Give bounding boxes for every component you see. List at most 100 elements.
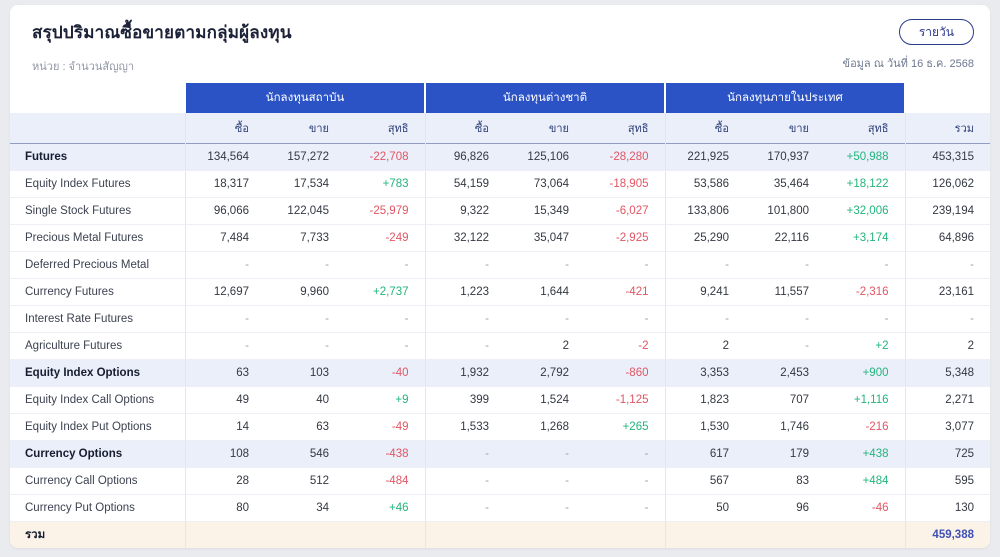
value-cell: 35,047 [505, 224, 585, 252]
table-row: Equity Index Put Options 14 63 -49 1,533 1,26… [10, 413, 990, 441]
value-cell: - [665, 251, 745, 279]
value-cell: - [505, 494, 585, 522]
col-buy: ซื้อ [185, 113, 265, 143]
row-total-cell: 459,388 [932, 528, 974, 541]
col-sell: ขาย [745, 113, 825, 143]
value-cell: - [425, 440, 505, 468]
value-cell: -25,979 [345, 197, 426, 225]
value-cell: 96,826 [425, 143, 505, 171]
row-total-cell: 126,062 [905, 170, 990, 198]
value-cell: -2,925 [585, 224, 666, 252]
value-cell: -46 [825, 494, 906, 522]
row-total-cell: 2,271 [905, 386, 990, 414]
col-total: รวม [905, 113, 990, 143]
value-cell [745, 521, 825, 548]
value-cell: -2 [585, 332, 666, 360]
value-cell: - [585, 494, 666, 522]
daily-view-button[interactable]: รายวัน [898, 19, 974, 46]
col-net: สุทธิ [825, 113, 906, 143]
row-label: Agriculture Futures [10, 332, 186, 360]
value-cell: 133,806 [665, 197, 745, 225]
value-cell: 50 [665, 494, 745, 522]
value-cell: 125,106 [505, 143, 585, 171]
value-cell: 567 [665, 467, 745, 495]
row-total-cell: 453,315 [905, 143, 990, 171]
value-cell [265, 521, 345, 548]
value-cell: -40 [345, 359, 426, 387]
col-sell: ขาย [265, 113, 345, 143]
value-cell: 1,533 [425, 413, 505, 441]
value-cell: 707 [745, 386, 825, 414]
value-cell: - [185, 305, 265, 333]
value-cell: 9,241 [665, 278, 745, 306]
value-cell: 96 [745, 494, 825, 522]
row-total-cell: 725 [905, 440, 990, 468]
row-total-cell: 64,896 [905, 224, 990, 252]
value-cell: -860 [585, 359, 666, 387]
value-cell: 2 [505, 332, 585, 360]
value-cell: +9 [345, 386, 426, 414]
value-cell: 9,322 [425, 197, 505, 225]
value-cell: -1,125 [585, 386, 666, 414]
col-buy: ซื้อ [665, 113, 745, 143]
col-buy: ซื้อ [425, 113, 505, 143]
value-cell: - [745, 332, 825, 360]
value-cell: -484 [345, 467, 426, 495]
table-row: Precious Metal Futures 7,484 7,733 -249 32,1… [10, 224, 990, 252]
value-cell: 22,116 [745, 224, 825, 252]
value-cell: - [585, 251, 666, 279]
page-title: สรุปปริมาณซื้อขายตามกลุ่มผู้ลงทุน [32, 23, 292, 42]
value-cell: 1,530 [665, 413, 745, 441]
value-cell: 7,733 [265, 224, 345, 252]
row-label: Futures [10, 143, 186, 171]
value-cell: -22,708 [345, 143, 426, 171]
row-total-cell: 595 [905, 467, 990, 495]
value-cell [585, 521, 666, 548]
value-cell: 399 [425, 386, 505, 414]
value-cell: 25,290 [665, 224, 745, 252]
value-cell: -438 [345, 440, 426, 468]
table-row: Futures 134,564 157,272 -22,708 96,826 125,10… [10, 143, 990, 171]
value-cell: 15,349 [505, 197, 585, 225]
value-cell: +783 [345, 170, 426, 198]
value-cell: +438 [825, 440, 906, 468]
row-label: Deferred Precious Metal [10, 251, 186, 279]
table-row: Deferred Precious Metal - - - - - - - - - - [10, 251, 990, 279]
value-cell: - [425, 332, 505, 360]
value-cell: +265 [585, 413, 666, 441]
value-cell: 2 [665, 332, 745, 360]
col-net: สุทธิ [345, 113, 426, 143]
value-cell: 34 [265, 494, 345, 522]
value-cell: +3,174 [825, 224, 906, 252]
value-cell [345, 521, 426, 548]
value-cell: 40 [265, 386, 345, 414]
value-cell: - [265, 251, 345, 279]
table-row: Equity Index Futures 18,317 17,534 +783 54,1… [10, 170, 990, 198]
value-cell: - [265, 332, 345, 360]
row-total-cell: 130 [905, 494, 990, 522]
value-cell: 7,484 [185, 224, 265, 252]
value-cell: 49 [185, 386, 265, 414]
value-cell: 134,564 [185, 143, 265, 171]
table-row: Currency Options 108 546 -438- - -617 179 +438 7… [10, 440, 990, 468]
value-cell: 1,746 [745, 413, 825, 441]
value-cell: - [425, 305, 505, 333]
col-sell: ขาย [505, 113, 585, 143]
value-cell: -421 [585, 278, 666, 306]
row-label: Equity Index Futures [10, 170, 186, 198]
total-row: รวม 459,388 [10, 521, 990, 548]
value-cell: 96,066 [185, 197, 265, 225]
value-cell: 157,272 [265, 143, 345, 171]
value-cell: 9,960 [265, 278, 345, 306]
table-body: Futures 134,564 157,272 -22,708 96,826 125,10… [10, 143, 990, 548]
value-cell: +484 [825, 467, 906, 495]
card-header: สรุปปริมาณซื้อขายตามกลุ่มผู้ลงทุน หน่วย … [10, 5, 990, 83]
value-cell: - [345, 305, 426, 333]
value-cell: +32,006 [825, 197, 906, 225]
value-cell: 1,932 [425, 359, 505, 387]
value-cell: - [505, 305, 585, 333]
value-cell: 3,353 [665, 359, 745, 387]
value-cell: 108 [185, 440, 265, 468]
row-total-cell: 2 [905, 332, 990, 360]
corner-cell [10, 83, 186, 113]
